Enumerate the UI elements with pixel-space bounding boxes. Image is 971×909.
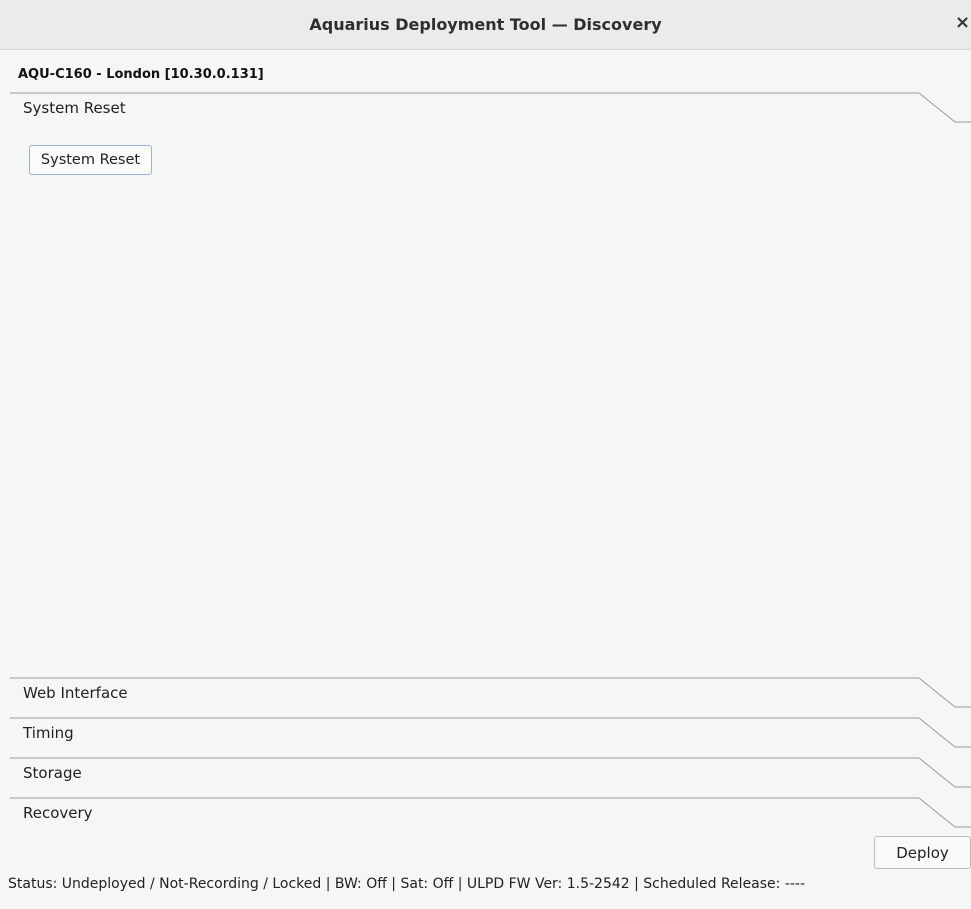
close-icon[interactable]: × [955, 14, 970, 32]
window-title: Aquarius Deployment Tool — Discovery [309, 15, 662, 34]
section-label-web-interface: Web Interface [23, 684, 128, 702]
section-label-storage: Storage [23, 764, 82, 782]
section-tab-outline [10, 677, 971, 708]
section-label-recovery: Recovery [23, 804, 93, 822]
device-label: AQU-C160 - London [10.30.0.131] [18, 67, 264, 82]
section-tab-outline [10, 92, 971, 123]
title-bar[interactable]: Aquarius Deployment Tool — Discovery × [0, 0, 971, 50]
section-header-storage[interactable]: Storage [10, 756, 971, 796]
section-tab-outline [10, 717, 971, 748]
status-bar: Status: Undeployed / Not-Recording / Loc… [8, 876, 806, 892]
section-tab-outline [10, 797, 971, 828]
section-header-timing[interactable]: Timing [10, 716, 971, 756]
section-label-system-reset: System Reset [23, 99, 126, 117]
system-reset-button[interactable]: System Reset [29, 145, 152, 175]
section-header-web-interface[interactable]: Web Interface [10, 676, 971, 716]
section-tab-outline [10, 757, 971, 788]
app-window: Aquarius Deployment Tool — Discovery × A… [0, 0, 971, 909]
section-header-recovery[interactable]: Recovery [10, 796, 971, 836]
section-label-timing: Timing [23, 724, 74, 742]
deploy-button[interactable]: Deploy [874, 836, 971, 869]
section-header-system-reset[interactable]: System Reset [10, 91, 971, 131]
